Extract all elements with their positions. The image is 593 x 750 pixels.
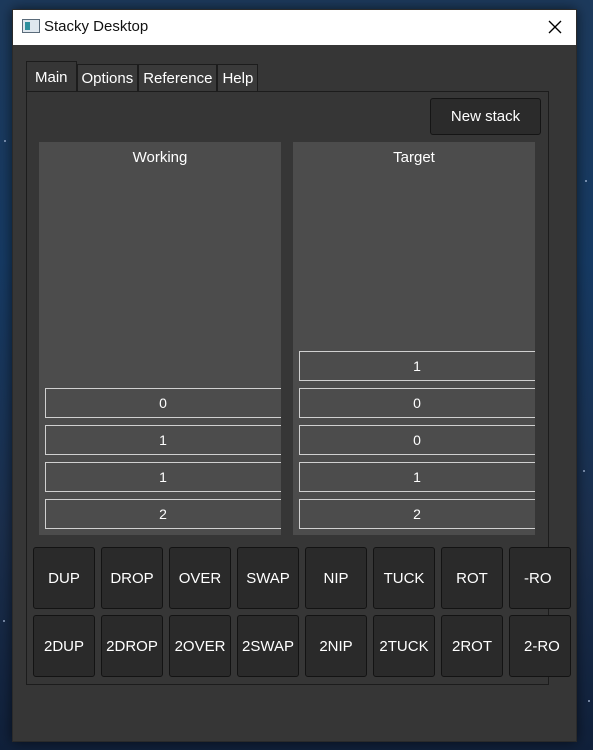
- drop-button[interactable]: DROP: [101, 547, 163, 609]
- desktop-star: [3, 620, 5, 622]
- target-stack-title: Target: [393, 149, 435, 166]
- tab-bar: Main Options Reference Help: [26, 60, 259, 93]
- 2over-button[interactable]: 2OVER: [169, 615, 231, 677]
- swap-button[interactable]: SWAP: [237, 547, 299, 609]
- tab-options[interactable]: Options: [76, 64, 139, 92]
- working-stack-item[interactable]: 1: [45, 425, 281, 455]
- close-button[interactable]: [542, 14, 568, 40]
- 2rot-button[interactable]: 2ROT: [441, 615, 503, 677]
- working-stack-item[interactable]: 1: [45, 462, 281, 492]
- desktop-star: [588, 700, 590, 702]
- nip-button[interactable]: NIP: [305, 547, 367, 609]
- main-tab-panel: New stack Working 0 1 1 2 Target 1 0 0 1…: [26, 91, 571, 685]
- tab-reference[interactable]: Reference: [138, 64, 218, 92]
- tab-help[interactable]: Help: [217, 64, 259, 92]
- title-bar[interactable]: Stacky Desktop: [13, 10, 576, 45]
- working-stack: Working 0 1 1 2: [39, 142, 281, 535]
- operations-row-1: DUP DROP OVER SWAP NIP TUCK ROT -RO: [33, 547, 577, 609]
- minus-rot-button[interactable]: -RO: [509, 547, 571, 609]
- window-title: Stacky Desktop: [44, 18, 149, 35]
- 2-minus-rot-button[interactable]: 2-RO: [509, 615, 571, 677]
- target-stack-item: 1: [299, 351, 535, 381]
- dup-button[interactable]: DUP: [33, 547, 95, 609]
- operations-row-2: 2DUP 2DROP 2OVER 2SWAP 2NIP 2TUCK 2ROT 2…: [33, 615, 577, 677]
- app-icon: [22, 19, 40, 33]
- close-icon: [548, 20, 562, 34]
- app-window: Stacky Desktop Main Options Reference He…: [12, 9, 577, 742]
- working-stack-item[interactable]: 2: [45, 499, 281, 529]
- 2nip-button[interactable]: 2NIP: [305, 615, 367, 677]
- desktop-star: [583, 470, 585, 472]
- 2drop-button[interactable]: 2DROP: [101, 615, 163, 677]
- over-button[interactable]: OVER: [169, 547, 231, 609]
- tab-main[interactable]: Main: [26, 61, 77, 93]
- new-stack-button[interactable]: New stack: [430, 98, 541, 135]
- target-stack: Target 1 0 0 1 2: [293, 142, 535, 535]
- target-stack-item: 0: [299, 388, 535, 418]
- desktop-star: [585, 180, 587, 182]
- 2swap-button[interactable]: 2SWAP: [237, 615, 299, 677]
- target-stack-item: 1: [299, 462, 535, 492]
- working-stack-item[interactable]: 0: [45, 388, 281, 418]
- target-stack-item: 0: [299, 425, 535, 455]
- rot-button[interactable]: ROT: [441, 547, 503, 609]
- 2dup-button[interactable]: 2DUP: [33, 615, 95, 677]
- target-stack-item: 2: [299, 499, 535, 529]
- tuck-button[interactable]: TUCK: [373, 547, 435, 609]
- working-stack-title: Working: [132, 149, 188, 166]
- desktop-star: [4, 140, 6, 142]
- 2tuck-button[interactable]: 2TUCK: [373, 615, 435, 677]
